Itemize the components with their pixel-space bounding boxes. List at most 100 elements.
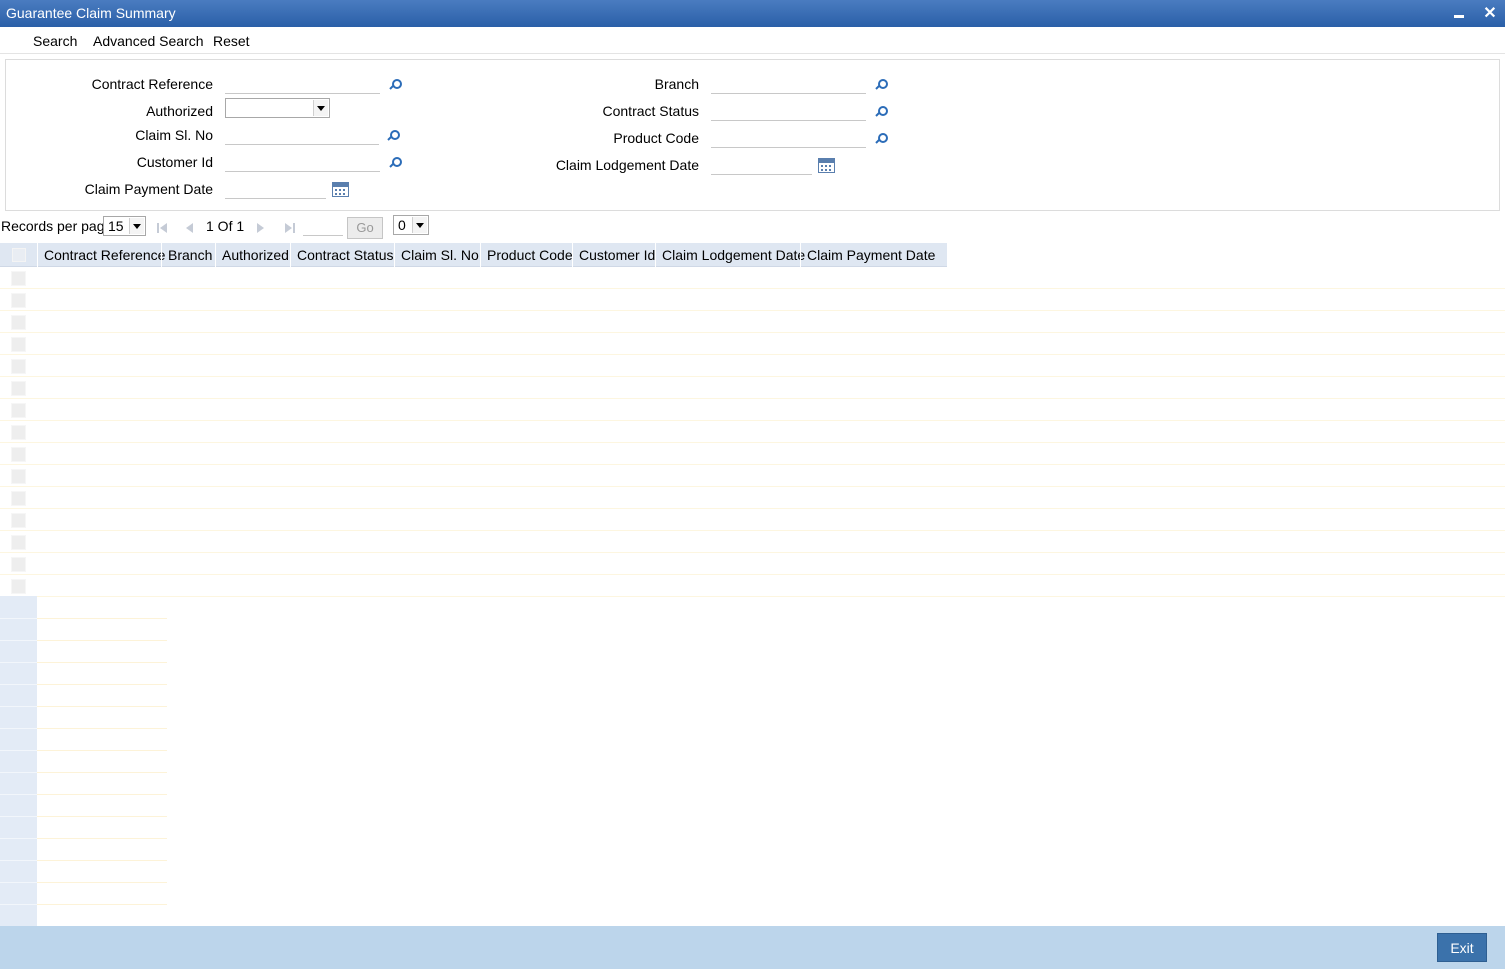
product-code-input[interactable]	[711, 130, 866, 148]
minimize-icon[interactable]	[1448, 3, 1470, 25]
row-checkbox[interactable]	[11, 557, 26, 572]
footer-bar: Exit	[0, 926, 1505, 969]
table-row[interactable]	[0, 575, 1505, 597]
row-checkbox[interactable]	[11, 579, 26, 594]
table-row[interactable]	[0, 355, 1505, 377]
go-button[interactable]: Go	[347, 217, 383, 239]
table-row[interactable]	[0, 311, 1505, 333]
table-row[interactable]	[0, 267, 1505, 289]
close-icon[interactable]: ✕	[1479, 3, 1501, 25]
claim-payment-date-input[interactable]	[225, 181, 326, 199]
contract-status-input[interactable]	[711, 103, 866, 121]
last-page-icon[interactable]	[285, 223, 295, 233]
row-checkbox[interactable]	[11, 315, 26, 330]
claim-lodgement-date-label: Claim Lodgement Date	[555, 157, 699, 173]
row-checkbox[interactable]	[11, 359, 26, 374]
grid-filler-line	[37, 838, 167, 839]
table-row[interactable]	[0, 487, 1505, 509]
search-panel: Contract Reference Authorized Claim Sl. …	[5, 59, 1500, 211]
claim-sl-no-lookup-icon[interactable]	[386, 129, 400, 143]
column-header-contract-status[interactable]: Contract Status	[290, 243, 394, 267]
column-header-customer-id[interactable]: Customer Id	[572, 243, 655, 267]
branch-lookup-icon[interactable]	[874, 78, 888, 92]
records-per-page-select[interactable]: 15	[103, 216, 146, 236]
table-row[interactable]	[0, 289, 1505, 311]
first-page-icon[interactable]	[157, 223, 167, 233]
grid-filler-line	[37, 860, 167, 861]
row-checkbox[interactable]	[11, 337, 26, 352]
contract-status-lookup-icon[interactable]	[874, 105, 888, 119]
row-checkbox[interactable]	[11, 293, 26, 308]
table-row[interactable]	[0, 333, 1505, 355]
row-checkbox[interactable]	[11, 469, 26, 484]
chevron-down-icon[interactable]	[129, 218, 144, 234]
customer-id-label: Customer Id	[136, 154, 213, 170]
table-row[interactable]	[0, 553, 1505, 575]
reset-button[interactable]: Reset	[213, 33, 250, 49]
previous-page-icon[interactable]	[184, 223, 194, 233]
claim-sl-no-input[interactable]	[225, 127, 379, 145]
authorized-label: Authorized	[146, 103, 213, 119]
select-all-checkbox[interactable]	[0, 243, 37, 267]
search-button[interactable]: Search	[33, 33, 77, 49]
branch-input[interactable]	[711, 76, 866, 94]
contract-reference-label: Contract Reference	[91, 76, 213, 92]
customer-id-input[interactable]	[225, 154, 380, 172]
table-row[interactable]	[0, 377, 1505, 399]
column-header-contract-reference[interactable]: Contract Reference	[37, 243, 165, 267]
goto-page-input[interactable]	[303, 218, 343, 236]
customer-id-lookup-icon[interactable]	[388, 156, 402, 170]
next-page-icon[interactable]	[256, 223, 266, 233]
grid-filler-line	[0, 706, 37, 707]
column-header-product-code[interactable]: Product Code	[480, 243, 573, 267]
column-header-claim-sl-no[interactable]: Claim Sl. No	[394, 243, 479, 267]
column-header-authorized[interactable]: Authorized	[215, 243, 289, 267]
claim-lodgement-date-input[interactable]	[711, 157, 812, 175]
row-checkbox[interactable]	[11, 491, 26, 506]
grid-filler-line	[0, 882, 37, 883]
calendar-icon[interactable]	[332, 182, 349, 197]
row-checkbox[interactable]	[11, 535, 26, 550]
table-row[interactable]	[0, 421, 1505, 443]
table-row[interactable]	[0, 443, 1505, 465]
records-per-page-label: Records per page	[1, 218, 113, 234]
column-header-claim-lodgement-date[interactable]: Claim Lodgement Date	[655, 243, 805, 267]
grid-filler-line	[37, 706, 167, 707]
grid-filler-line	[0, 816, 37, 817]
exit-button[interactable]: Exit	[1437, 933, 1487, 962]
contract-status-label: Contract Status	[602, 103, 700, 119]
row-checkbox[interactable]	[11, 425, 26, 440]
contract-reference-lookup-icon[interactable]	[388, 78, 402, 92]
table-row[interactable]	[0, 509, 1505, 531]
row-checkbox[interactable]	[11, 271, 26, 286]
grid-filler-line	[0, 728, 37, 729]
grid-filler-line	[37, 882, 167, 883]
grid-filler-line	[37, 684, 167, 685]
chevron-down-icon[interactable]	[412, 217, 427, 233]
column-header-claim-payment-date[interactable]: Claim Payment Date	[800, 243, 935, 267]
grid-filler-line	[37, 816, 167, 817]
toolbar: Search Advanced Search Reset	[0, 27, 1505, 54]
authorized-select[interactable]	[225, 98, 330, 118]
row-checkbox[interactable]	[11, 403, 26, 418]
table-row[interactable]	[0, 399, 1505, 421]
contract-reference-input[interactable]	[225, 76, 380, 94]
grid-filler-line	[0, 838, 37, 839]
row-checkbox[interactable]	[11, 513, 26, 528]
window-title: Guarantee Claim Summary	[6, 5, 176, 21]
calendar-icon[interactable]	[818, 158, 835, 173]
page-select[interactable]: 0	[393, 215, 429, 235]
claim-sl-no-label: Claim Sl. No	[135, 127, 213, 143]
column-header-branch[interactable]: Branch	[161, 243, 212, 267]
product-code-lookup-icon[interactable]	[874, 132, 888, 146]
grid-filler-line	[0, 662, 37, 663]
row-checkbox[interactable]	[11, 381, 26, 396]
row-checkbox[interactable]	[11, 447, 26, 462]
table-row[interactable]	[0, 465, 1505, 487]
grid-filler-line	[37, 662, 167, 663]
grid-filler-line	[37, 772, 167, 773]
claim-payment-date-label: Claim Payment Date	[84, 181, 213, 197]
table-row[interactable]	[0, 531, 1505, 553]
chevron-down-icon[interactable]	[313, 100, 328, 116]
advanced-search-button[interactable]: Advanced Search	[93, 33, 204, 49]
